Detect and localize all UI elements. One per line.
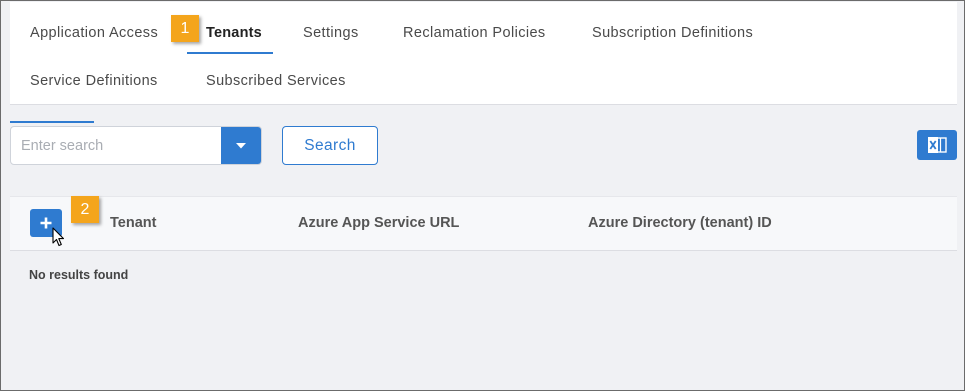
accent-divider [10,121,94,123]
search-button[interactable]: Search [282,126,378,165]
excel-icon [928,137,947,153]
tab-settings[interactable]: Settings [303,25,359,41]
callout-badge-2: 2 [71,196,99,223]
app-frame: Application Access Tenants Settings Recl… [0,0,965,391]
plus-icon [40,217,52,229]
callout-badge-1: 1 [171,15,199,42]
column-header-azure-app-service-url[interactable]: Azure App Service URL [298,215,459,231]
tab-bar [10,2,957,105]
mouse-cursor-icon [52,227,65,247]
search-dropdown-button[interactable] [221,127,261,164]
active-tab-indicator [187,52,273,54]
tab-subscription-definitions[interactable]: Subscription Definitions [592,25,753,41]
search-input[interactable] [11,127,223,164]
chevron-down-icon [236,142,246,148]
column-header-azure-directory-id[interactable]: Azure Directory (tenant) ID [588,215,772,231]
empty-state-message: No results found [29,268,129,282]
search-box [10,126,262,165]
tab-application-access[interactable]: Application Access [30,25,158,41]
tab-subscribed-services[interactable]: Subscribed Services [206,73,346,89]
tab-service-definitions[interactable]: Service Definitions [30,73,158,89]
export-excel-button[interactable] [917,130,957,160]
column-header-tenant[interactable]: Tenant [110,215,156,231]
tab-tenants[interactable]: Tenants [206,25,262,41]
tab-reclamation-policies[interactable]: Reclamation Policies [403,25,546,41]
